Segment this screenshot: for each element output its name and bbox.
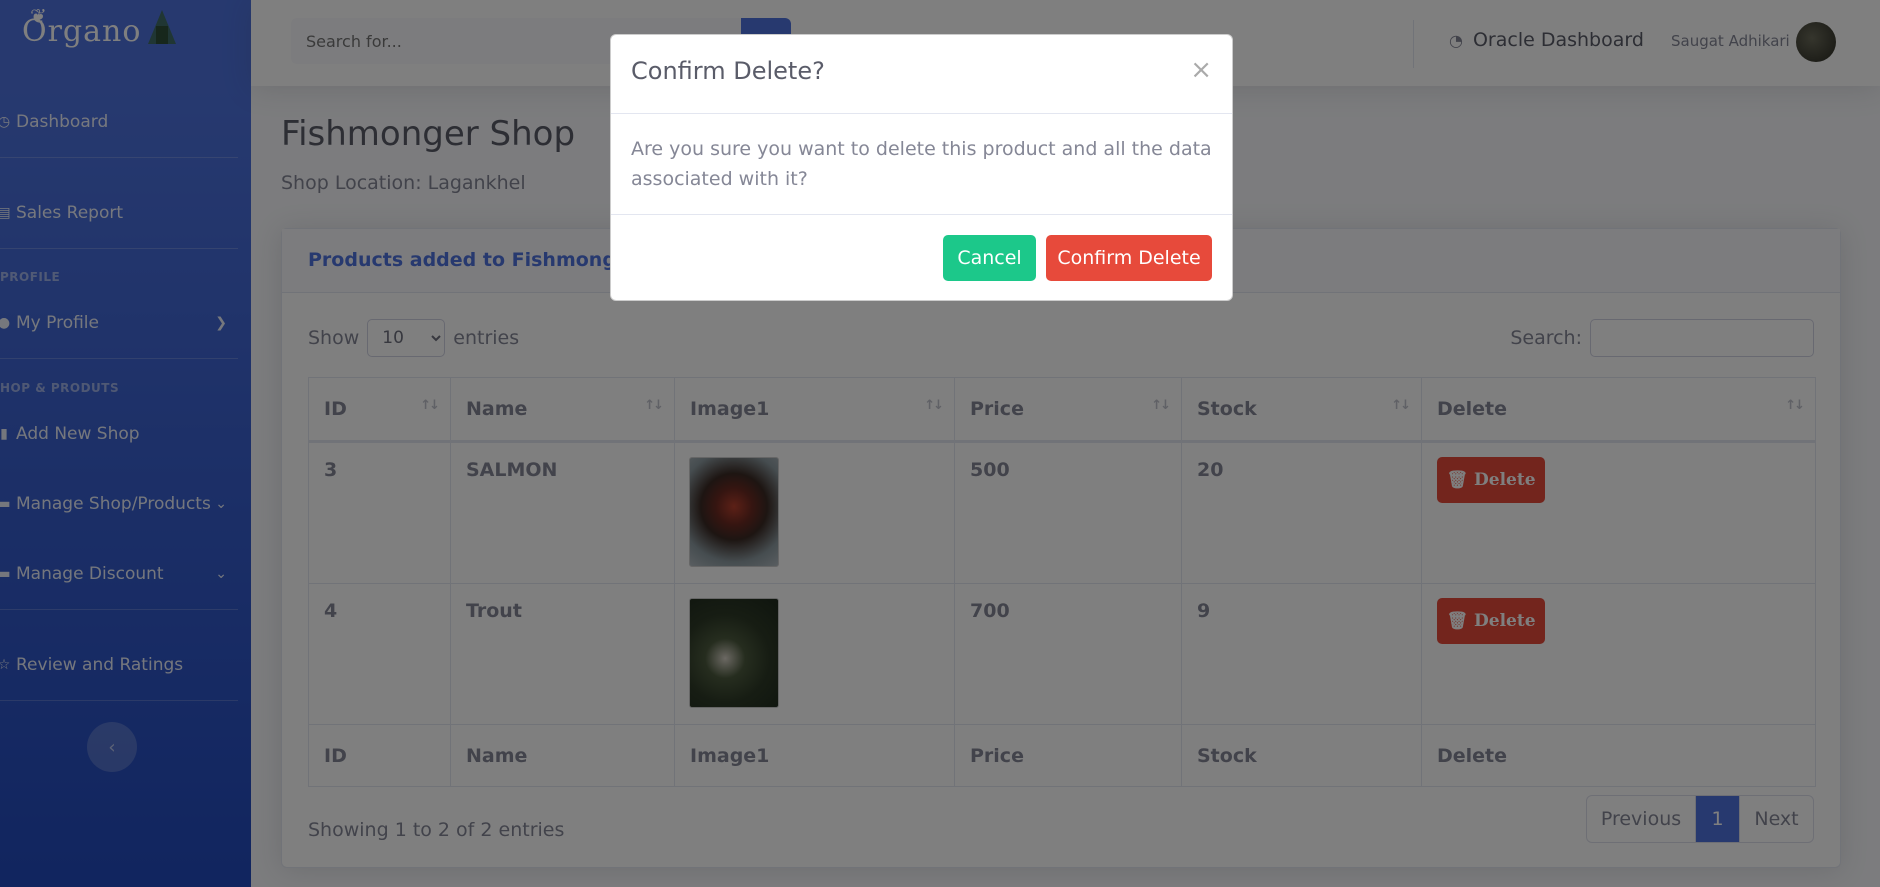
cancel-button[interactable]: Cancel <box>943 235 1036 281</box>
modal-title: Confirm Delete? <box>631 57 825 85</box>
modal-body: Are you sure you want to delete this pro… <box>611 114 1232 215</box>
modal-footer: Cancel Confirm Delete <box>611 215 1232 301</box>
confirm-delete-button[interactable]: Confirm Delete <box>1046 235 1212 281</box>
confirm-delete-modal: Confirm Delete? × Are you sure you want … <box>610 34 1233 301</box>
modal-header: Confirm Delete? × <box>611 35 1232 114</box>
close-icon[interactable]: × <box>1190 55 1212 85</box>
